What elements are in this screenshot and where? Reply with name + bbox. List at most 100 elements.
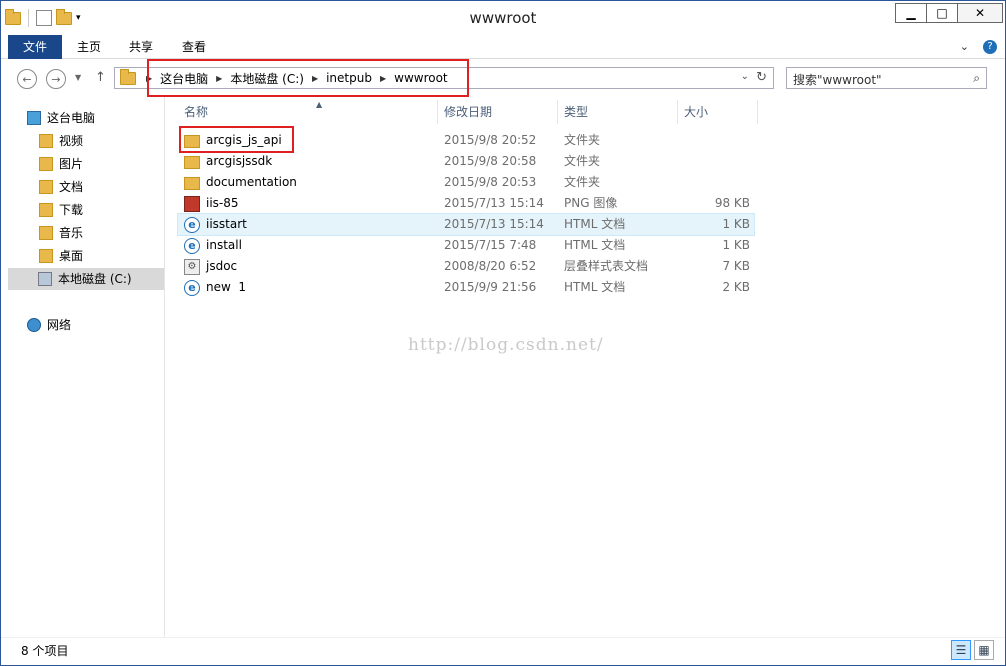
file-size: 2 KB	[722, 280, 750, 294]
search-placeholder: 搜索"wwwroot"	[793, 73, 882, 87]
close-button[interactable]: ✕	[957, 3, 1003, 23]
column-headers: ▲ 名称 修改日期 类型 大小	[178, 100, 758, 124]
recent-locations-icon[interactable]: ▼	[75, 73, 81, 82]
file-size	[678, 172, 754, 193]
file-list: ▲ 名称 修改日期 类型 大小 arcgis_js_api 2015/9/8 2…	[166, 97, 1005, 637]
nav-item-network[interactable]: 网络	[27, 314, 71, 336]
nav-item-label: 这台电脑	[47, 111, 96, 125]
back-button[interactable]: ←	[17, 69, 37, 89]
file-date: 2015/9/8 20:58	[444, 154, 537, 168]
file-row[interactable]: iis-85 2015/7/13 15:14 PNG 图像 98 KB	[178, 193, 754, 214]
window-title: wwwroot	[469, 9, 537, 27]
nav-item-desktop[interactable]: 桌面	[39, 245, 83, 267]
file-row[interactable]: arcgisjssdk 2015/9/8 20:58 文件夹	[178, 151, 754, 172]
file-size	[678, 151, 754, 172]
nav-item-label: 网络	[47, 318, 72, 332]
documents-folder-icon	[39, 180, 53, 194]
png-image-icon	[184, 195, 200, 212]
column-header-size[interactable]: 大小	[678, 100, 758, 124]
nav-item-local-disk[interactable]: 本地磁盘 (C:)	[8, 268, 164, 290]
ribbon-tabs: 文件 主页 共享 查看 ⌄ ?	[1, 35, 1005, 59]
maximize-button[interactable]: □	[926, 3, 958, 23]
downloads-folder-icon	[39, 203, 53, 217]
file-date: 2015/9/8 20:52	[444, 133, 537, 147]
computer-icon	[27, 111, 41, 125]
title-bar: ▾ wwwroot ▁ □ ✕	[1, 1, 1005, 35]
music-folder-icon	[39, 226, 53, 240]
tab-home[interactable]: 主页	[64, 35, 114, 59]
nav-item-label: 视频	[59, 134, 84, 148]
nav-item-music[interactable]: 音乐	[39, 222, 83, 244]
file-type: 层叠样式表文档	[564, 259, 649, 273]
file-row[interactable]: documentation 2015/9/8 20:53 文件夹	[178, 172, 754, 193]
file-name: iis-85	[206, 196, 239, 210]
column-header-type[interactable]: 类型	[558, 100, 678, 124]
expand-ribbon-icon[interactable]: ⌄	[960, 40, 969, 54]
column-header-date[interactable]: 修改日期	[438, 100, 558, 124]
html-document-icon: e	[184, 237, 200, 254]
up-arrow-icon[interactable]: ↑	[95, 70, 106, 85]
tab-file[interactable]: 文件	[8, 35, 62, 59]
file-size: 1 KB	[722, 217, 750, 231]
folder-icon	[184, 156, 200, 169]
file-date: 2015/9/9 21:56	[444, 280, 537, 294]
address-folder-icon	[120, 68, 136, 85]
details-view-icon: ☰	[955, 643, 967, 657]
file-highlight-box	[179, 126, 294, 153]
file-date: 2015/7/13 15:14	[444, 196, 544, 210]
file-type: HTML 文档	[564, 217, 626, 231]
nav-item-pictures[interactable]: 图片	[39, 153, 83, 175]
status-bar: 8 个项目 ☰ ▦	[1, 637, 1005, 665]
file-date: 2015/7/15 7:48	[444, 238, 537, 252]
file-row[interactable]: ⚙ jsdoc 2008/8/20 6:52 层叠样式表文档 7 KB	[178, 256, 754, 277]
file-date: 2015/9/8 20:53	[444, 175, 537, 189]
address-dropdown-icon[interactable]: ⌄	[741, 71, 749, 82]
help-icon[interactable]: ?	[983, 40, 997, 54]
back-arrow-icon: ←	[22, 72, 32, 86]
html-document-icon: e	[184, 279, 200, 296]
nav-item-label: 桌面	[59, 249, 84, 263]
explorer-window: ▾ wwwroot ▁ □ ✕ 文件 主页 共享 查看 ⌄ ? ← → ▼ ↑ …	[0, 0, 1006, 666]
local-disk-icon	[38, 272, 52, 286]
file-name: arcgisjssdk	[206, 154, 273, 168]
nav-item-downloads[interactable]: 下载	[39, 199, 83, 221]
file-date: 2008/8/20 6:52	[444, 259, 537, 273]
column-header-name[interactable]: 名称	[178, 100, 438, 124]
navigation-pane: 这台电脑 视频 图片 文档 下载 音乐 桌面 本地磁盘 (C:) 网络	[1, 97, 165, 637]
file-type: 文件夹	[564, 154, 601, 168]
tab-view[interactable]: 查看	[169, 35, 219, 59]
minimize-button[interactable]: ▁	[895, 3, 927, 23]
css-document-icon: ⚙	[184, 258, 200, 275]
ribbon-controls: ⌄ ?	[960, 40, 997, 54]
nav-item-videos[interactable]: 视频	[39, 130, 83, 152]
nav-item-this-pc[interactable]: 这台电脑	[27, 107, 95, 129]
sort-ascending-icon: ▲	[316, 100, 323, 109]
details-view-button[interactable]: ☰	[951, 640, 971, 660]
item-count: 8 个项目	[21, 644, 69, 658]
nav-item-label: 音乐	[59, 226, 84, 240]
nav-item-label: 下载	[59, 203, 84, 217]
tab-share[interactable]: 共享	[116, 35, 166, 59]
nav-item-label: 图片	[59, 157, 84, 171]
large-icons-view-button[interactable]: ▦	[974, 640, 994, 660]
file-row[interactable]: e install 2015/7/15 7:48 HTML 文档 1 KB	[178, 235, 754, 256]
forward-button[interactable]: →	[46, 69, 66, 89]
file-date: 2015/7/13 15:14	[444, 217, 544, 231]
search-input[interactable]: 搜索"wwwroot" ⌕	[786, 67, 987, 89]
file-row[interactable]: e iisstart 2015/7/13 15:14 HTML 文档 1 KB	[177, 213, 755, 236]
file-row[interactable]: e new 1 2015/9/9 21:56 HTML 文档 2 KB	[178, 277, 754, 298]
forward-arrow-icon: →	[51, 72, 61, 86]
html-document-icon: e	[184, 216, 200, 233]
watermark-text: http://blog.csdn.net/	[408, 335, 604, 355]
file-type: HTML 文档	[564, 238, 626, 252]
window-controls: ▁ □ ✕	[895, 3, 1003, 23]
folder-icon	[184, 177, 200, 190]
nav-item-label: 本地磁盘 (C:)	[58, 272, 132, 286]
file-type: HTML 文档	[564, 280, 626, 294]
search-icon[interactable]: ⌕	[973, 71, 980, 86]
file-name: jsdoc	[206, 259, 238, 273]
refresh-icon[interactable]: ↻	[756, 70, 767, 85]
file-name: iisstart	[206, 217, 247, 231]
file-type: PNG 图像	[564, 196, 618, 210]
nav-item-documents[interactable]: 文档	[39, 176, 83, 198]
